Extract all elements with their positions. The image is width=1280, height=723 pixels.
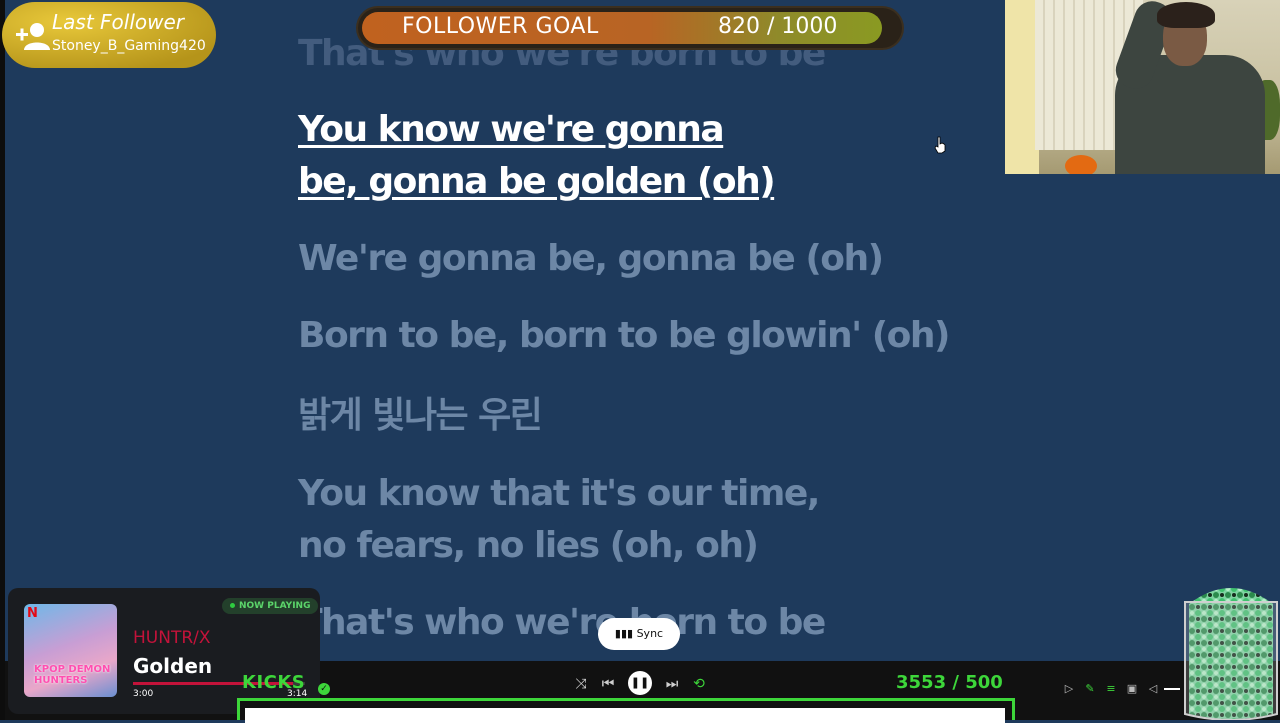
volume-icon[interactable]: ◁ [1146,682,1160,696]
follower-goal-label: FOLLOWER GOAL [402,14,599,39]
lyric-line-4[interactable]: Born to be, born to be glowin' (oh) [298,310,978,362]
last-follower-name: Stoney_B_Gaming420 [52,38,206,54]
netflix-logo: N [27,606,38,621]
now-playing-badge: NOW PLAYING [222,598,319,614]
kicks-goal-fill [245,708,1005,723]
lyric-line-active-2[interactable]: be, gonna be golden (oh) [298,156,978,208]
now-playing-view-icon[interactable]: ▷ [1062,682,1076,696]
pause-icon: ❚❚ [630,676,650,689]
follower-goal-bar: FOLLOWER GOAL 820 / 1000 [358,8,902,48]
follower-goal-count: 820 / 1000 [718,14,838,39]
lyric-line-5[interactable]: 밝게 빛나는 우린 [298,390,978,442]
repeat-icon[interactable]: ⟲ [690,675,708,693]
next-icon[interactable]: ⏭ [663,675,681,693]
album-art: N KPOP DEMON HUNTERS [24,604,117,697]
now-playing-widget: N KPOP DEMON HUNTERS NOW PLAYING HUNTR/X… [8,588,320,714]
last-follower-title: Last Follower [52,10,184,34]
track-title: Golden [133,654,213,678]
now-playing-badge-label: NOW PLAYING [239,601,311,611]
lyric-line-6b[interactable]: no fears, no lies (oh, oh) [298,520,978,572]
volume-slider[interactable] [1164,682,1180,696]
sync-button[interactable]: ▮▮▮ Sync [598,618,680,650]
shuffle-icon[interactable]: ⤨ [572,675,590,693]
lyric-line-active-1[interactable]: You know we're gonna [298,104,978,156]
lyrics-icon[interactable]: ✎ [1083,682,1097,696]
queue-icon[interactable]: ≡ [1104,682,1118,696]
hand-cursor-icon [934,136,946,154]
live-dot-icon [230,603,235,608]
album-art-title: KPOP DEMON HUNTERS [34,664,111,686]
lyric-line-6a[interactable]: You know that it's our time, [298,468,978,520]
webcam-door [1005,0,1039,174]
kicks-count: 3553 / 500 [896,672,1003,693]
kicks-label: KICKS [242,672,306,693]
webcam-pumpkin [1065,155,1097,174]
webcam-person-hair [1157,2,1215,28]
candy-jar-widget [1184,588,1278,720]
add-user-icon [16,23,50,50]
webcam-feed [1005,0,1280,174]
check-icon: ✓ [318,683,330,695]
connect-device-icon[interactable]: ▣ [1125,682,1139,696]
left-edge [0,0,5,720]
track-time-current: 3:00 [133,689,154,699]
pause-button[interactable]: ❚❚ [628,671,652,695]
lyric-line-3[interactable]: We're gonna be, gonna be (oh) [298,233,978,285]
waveform-icon: ▮▮▮ [614,627,634,640]
last-follower-widget: Last Follower Stoney_B_Gaming420 [2,2,216,68]
kicks-goal-track [237,698,1015,723]
previous-icon[interactable]: ⏮ [599,675,617,693]
sync-button-label: Sync [636,627,664,640]
track-artist: HUNTR/X [133,628,211,648]
